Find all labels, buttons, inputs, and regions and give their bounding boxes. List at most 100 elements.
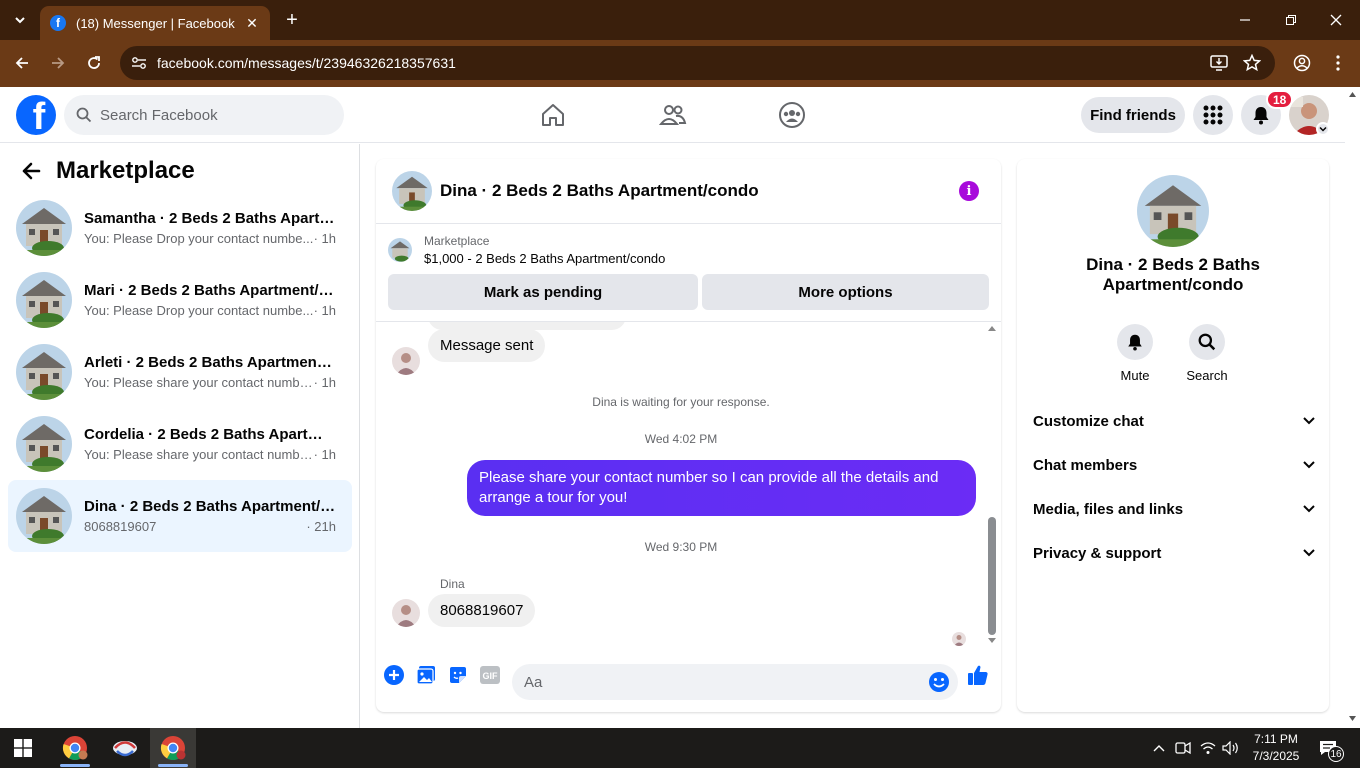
- taskbar-clock[interactable]: 7:11 PM 7/3/2025: [1248, 731, 1304, 765]
- conversation-name: Samantha · 2 Beds 2 Baths Apartm...: [84, 210, 336, 227]
- media-files-links-section[interactable]: Media, files and links: [1033, 497, 1315, 521]
- listing-photo[interactable]: [1137, 175, 1209, 247]
- scroll-down-arrow-icon[interactable]: [987, 637, 997, 645]
- conversation-item[interactable]: Arleti · 2 Beds 2 Baths Apartment/... Yo…: [8, 336, 352, 408]
- marketplace-banner[interactable]: Marketplace $1,000 - 2 Beds 2 Baths Apar…: [388, 234, 665, 266]
- taskbar-chrome-2[interactable]: [150, 728, 196, 768]
- profile-button[interactable]: [1291, 52, 1313, 74]
- address-bar[interactable]: facebook.com/messages/t/2394632621835763…: [120, 46, 1275, 80]
- more-actions-button[interactable]: [383, 664, 405, 686]
- back-button[interactable]: [11, 52, 33, 74]
- minimize-button[interactable]: [1235, 10, 1255, 30]
- star-icon: [1243, 54, 1261, 72]
- install-app-button[interactable]: [1208, 52, 1230, 74]
- notification-badge: 18: [1266, 90, 1294, 109]
- mute-label: Mute: [1120, 368, 1150, 383]
- send-like-button[interactable]: [967, 664, 989, 686]
- search-input[interactable]: [100, 106, 320, 124]
- tray-overflow-button[interactable]: [1149, 738, 1169, 758]
- mute-action[interactable]: Mute: [1100, 324, 1170, 383]
- privacy-support-section[interactable]: Privacy & support: [1033, 541, 1315, 565]
- close-tab-icon[interactable]: ✕: [244, 15, 260, 32]
- page-scrollbar[interactable]: [1345, 87, 1360, 728]
- conversation-name: Mari · 2 Beds 2 Baths Apartment/c...: [84, 282, 336, 299]
- taskbar-app-2[interactable]: [102, 728, 148, 768]
- taskbar-chrome-1[interactable]: [52, 728, 98, 768]
- conversation-item[interactable]: Samantha · 2 Beds 2 Baths Apartm... You:…: [8, 192, 352, 264]
- scrollbar-thumb[interactable]: [988, 517, 996, 635]
- search-icon: [76, 107, 92, 123]
- find-friends-button[interactable]: Find friends: [1081, 97, 1185, 133]
- tab-search-button[interactable]: [8, 8, 32, 32]
- close-window-button[interactable]: [1326, 10, 1346, 30]
- chat-listing-thumbnail[interactable]: [392, 171, 432, 211]
- scroll-up-arrow-icon[interactable]: [987, 324, 997, 332]
- message-input[interactable]: [524, 673, 904, 691]
- emoji-icon[interactable]: [928, 671, 950, 693]
- banner-listing: $1,000 - 2 Beds 2 Baths Apartment/condo: [424, 251, 666, 266]
- chat-members-section[interactable]: Chat members: [1033, 453, 1315, 477]
- restore-button[interactable]: [1281, 10, 1301, 30]
- browser-tab[interactable]: f (18) Messenger | Facebook ✕: [40, 6, 270, 40]
- conversation-time: · 1h: [313, 375, 336, 390]
- chevron-down-icon: [1303, 417, 1315, 425]
- scroll-up-arrow-icon[interactable]: [1348, 91, 1357, 98]
- sticker-button[interactable]: [447, 664, 469, 686]
- close-icon: [1330, 14, 1342, 26]
- running-indicator: [60, 764, 90, 767]
- sticker-icon: [450, 667, 466, 683]
- nav-groups[interactable]: [776, 99, 808, 131]
- conversation-item[interactable]: Mari · 2 Beds 2 Baths Apartment/c... You…: [8, 264, 352, 336]
- new-tab-button[interactable]: +: [282, 10, 302, 30]
- reload-button[interactable]: [83, 52, 105, 74]
- bell-icon: [1253, 107, 1269, 125]
- back-to-chats-button[interactable]: [16, 156, 46, 186]
- groups-icon: [779, 102, 805, 128]
- facebook-logo[interactable]: f: [16, 95, 56, 135]
- tray-volume-button[interactable]: [1221, 738, 1241, 758]
- grid-menu-icon: [1203, 105, 1223, 125]
- browser-menu-button[interactable]: [1327, 52, 1349, 74]
- bookmark-button[interactable]: [1241, 52, 1263, 74]
- mark-as-pending-button[interactable]: Mark as pending: [388, 274, 698, 310]
- chevron-up-icon: [1153, 745, 1165, 752]
- contact-avatar[interactable]: [392, 599, 420, 627]
- contact-avatar[interactable]: [392, 347, 420, 375]
- friends-icon: [659, 105, 687, 125]
- conversation-sidebar: Marketplace Samantha · 2 Beds 2 Baths Ap…: [0, 144, 360, 728]
- sidebar-title: Marketplace: [56, 157, 195, 184]
- tray-network-button[interactable]: [1198, 738, 1218, 758]
- facebook-favicon: f: [50, 15, 66, 31]
- nav-friends[interactable]: [657, 99, 689, 131]
- more-vert-icon: [1336, 55, 1340, 71]
- sender-name: Dina: [440, 577, 465, 591]
- account-menu-caret[interactable]: [1316, 122, 1330, 136]
- forward-button[interactable]: [47, 52, 69, 74]
- tray-meet-button[interactable]: [1173, 738, 1193, 758]
- nav-home[interactable]: [537, 99, 569, 131]
- listing-thumbnail: [16, 272, 72, 328]
- menu-button[interactable]: [1193, 95, 1233, 135]
- conversation-preview: You: Please Drop your contact numbe...: [84, 231, 314, 246]
- conversation-item[interactable]: Cordelia · 2 Beds 2 Baths Apartme... You…: [8, 408, 352, 480]
- more-options-button[interactable]: More options: [702, 274, 989, 310]
- facebook-search[interactable]: [64, 95, 344, 135]
- conversation-item-active[interactable]: Dina · 2 Beds 2 Baths Apartment/c... 806…: [8, 480, 352, 552]
- site-settings-icon[interactable]: [131, 56, 147, 70]
- clock-time: 7:11 PM: [1254, 732, 1298, 746]
- start-button[interactable]: [0, 728, 46, 768]
- conversation-info-icon[interactable]: i: [959, 181, 979, 201]
- running-indicator: [158, 764, 188, 767]
- scroll-down-arrow-icon[interactable]: [1348, 715, 1357, 722]
- message-input-wrapper[interactable]: [512, 664, 958, 700]
- chat-title[interactable]: Dina · 2 Beds 2 Baths Apartment/condo: [440, 181, 759, 201]
- attach-photo-button[interactable]: [415, 664, 437, 686]
- chat-panel: Dina · 2 Beds 2 Baths Apartment/condo i …: [376, 159, 1001, 712]
- waiting-notice: Dina is waiting for your response.: [592, 395, 770, 409]
- gif-button[interactable]: GIF: [479, 664, 501, 686]
- customize-chat-section[interactable]: Customize chat: [1033, 409, 1315, 433]
- search-action[interactable]: Search: [1172, 324, 1242, 383]
- section-label: Media, files and links: [1033, 500, 1184, 518]
- browser-tab-strip: f (18) Messenger | Facebook ✕ +: [0, 0, 1360, 40]
- clock-date: 7/3/2025: [1252, 749, 1300, 763]
